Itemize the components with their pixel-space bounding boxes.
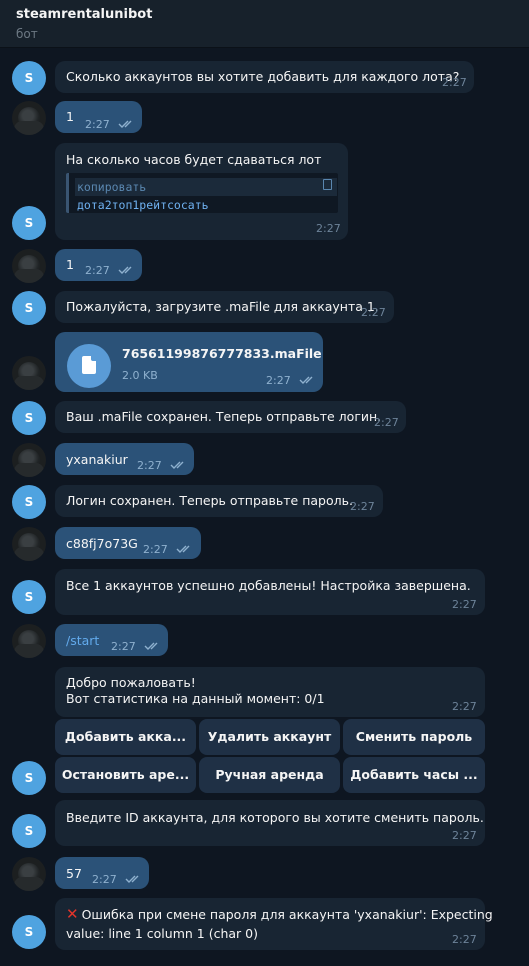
message-time: 2:27 bbox=[143, 543, 168, 556]
message-text: 1 bbox=[66, 109, 74, 124]
message-time: 2:27 bbox=[85, 264, 110, 277]
file-icon[interactable] bbox=[67, 344, 111, 388]
message-bubble-outgoing[interactable]: yxanakiur 2:27 bbox=[55, 443, 194, 475]
bot-avatar[interactable]: S bbox=[12, 401, 46, 435]
message-time: 2:27 bbox=[137, 459, 162, 472]
message-time: 2:27 bbox=[442, 76, 467, 89]
message-bubble[interactable]: ✕ Ошибка при смене пароля для аккаунта 'y… bbox=[55, 898, 493, 950]
manual-rental-button[interactable]: Ручная аренда bbox=[199, 757, 340, 793]
user-avatar[interactable] bbox=[12, 857, 46, 891]
add-account-button[interactable]: Добавить акка... bbox=[55, 719, 196, 755]
message-bubble-outgoing[interactable]: 57 2:27 bbox=[55, 857, 149, 889]
message-text-line: value: line 1 column 1 (char 0) bbox=[66, 926, 258, 941]
message-text: Логин сохранен. Теперь отправьте пароль. bbox=[66, 493, 353, 508]
read-checkmark-icon bbox=[299, 376, 313, 384]
read-checkmark-icon bbox=[118, 266, 132, 274]
message-bubble-outgoing[interactable]: 1 2:27 bbox=[55, 249, 142, 281]
message-text: 1 bbox=[66, 257, 74, 272]
change-password-button[interactable]: Сменить пароль bbox=[343, 719, 485, 755]
message-time: 2:27 bbox=[452, 829, 477, 842]
message-text: Пожалуйста, загрузите .maFile для аккаун… bbox=[66, 299, 379, 314]
file-name: 76561199876777833.maFile bbox=[122, 346, 322, 361]
message-text: 57 bbox=[66, 866, 82, 881]
chat-header[interactable]: steamrentalunibot бот bbox=[0, 0, 529, 48]
file-message-bubble[interactable]: 76561199876777833.maFile 2.0 KB 2:27 bbox=[55, 332, 323, 392]
message-bubble-outgoing[interactable]: 1 2:27 bbox=[55, 101, 142, 133]
chat-title: steamrentalunibot bbox=[16, 7, 153, 22]
code-text: дота2топ1рейтсосать bbox=[77, 198, 209, 212]
bot-avatar[interactable]: S bbox=[12, 61, 46, 95]
user-avatar[interactable] bbox=[12, 356, 46, 390]
user-avatar[interactable] bbox=[12, 101, 46, 135]
message-text: yxanakiur bbox=[66, 452, 128, 467]
message-time: 2:27 bbox=[85, 118, 110, 131]
message-bubble[interactable]: Пожалуйста, загрузите .maFile для аккаун… bbox=[55, 291, 394, 323]
add-hours-button[interactable]: Добавить часы ... bbox=[343, 757, 485, 793]
user-avatar[interactable] bbox=[12, 624, 46, 658]
message-time: 2:27 bbox=[111, 640, 136, 653]
message-text: На сколько часов будет сдаваться лот bbox=[66, 152, 322, 167]
read-checkmark-icon bbox=[170, 461, 184, 469]
delete-account-button[interactable]: Удалить аккаунт bbox=[199, 719, 340, 755]
read-checkmark-icon bbox=[125, 875, 139, 883]
bot-avatar[interactable]: S bbox=[12, 814, 46, 848]
message-bubble[interactable]: На сколько часов будет сдаваться лот коп… bbox=[55, 143, 348, 240]
message-time: 2:27 bbox=[452, 598, 477, 611]
message-bubble[interactable]: Все 1 аккаунтов успешно добавлены! Настр… bbox=[55, 569, 485, 615]
bot-avatar[interactable]: S bbox=[12, 485, 46, 519]
message-bubble[interactable]: Введите ID аккаунта, для которого вы хот… bbox=[55, 800, 485, 846]
bot-avatar[interactable]: S bbox=[12, 915, 46, 949]
message-bubble[interactable]: Логин сохранен. Теперь отправьте пароль.… bbox=[55, 485, 383, 517]
message-text: c88fj7o73G bbox=[66, 536, 138, 551]
code-copy-label[interactable]: копировать bbox=[75, 178, 337, 196]
message-bubble[interactable]: Сколько аккаунтов вы хотите добавить для… bbox=[55, 61, 474, 93]
message-time: 2:27 bbox=[316, 222, 341, 235]
message-time: 2:27 bbox=[374, 416, 399, 429]
message-time: 2:27 bbox=[452, 933, 477, 946]
user-avatar[interactable] bbox=[12, 249, 46, 283]
message-bubble-outgoing[interactable]: c88fj7o73G 2:27 bbox=[55, 527, 201, 559]
message-bubble[interactable]: Ваш .maFile сохранен. Теперь отправьте л… bbox=[55, 401, 406, 433]
message-text: Ваш .maFile сохранен. Теперь отправьте л… bbox=[66, 409, 382, 424]
message-bubble[interactable]: Добро пожаловать! Вот статистика на данн… bbox=[55, 667, 485, 717]
message-time: 2:27 bbox=[92, 873, 117, 886]
code-block[interactable]: копировать дота2топ1рейтсосать bbox=[66, 173, 338, 213]
message-text: Все 1 аккаунтов успешно добавлены! Настр… bbox=[66, 578, 471, 593]
command-link[interactable]: /start bbox=[66, 633, 99, 649]
file-size: 2.0 KB bbox=[122, 369, 158, 382]
message-time: 2:27 bbox=[350, 500, 375, 513]
bot-avatar[interactable]: S bbox=[12, 761, 46, 795]
user-avatar[interactable] bbox=[12, 527, 46, 561]
message-time: 2:27 bbox=[266, 374, 291, 387]
message-text: Сколько аккаунтов вы хотите добавить для… bbox=[66, 69, 460, 84]
message-bubble-outgoing[interactable]: /start 2:27 bbox=[55, 624, 168, 656]
stop-rental-button[interactable]: Остановить аре... bbox=[55, 757, 196, 793]
read-checkmark-icon bbox=[118, 120, 132, 128]
chat-subtitle: бот bbox=[16, 27, 38, 41]
message-text-line: Добро пожаловать! bbox=[66, 675, 196, 690]
cross-mark-icon: ✕ bbox=[66, 905, 79, 923]
message-text-line: Вот статистика на данный момент: 0/1 bbox=[66, 691, 325, 706]
message-time: 2:27 bbox=[361, 306, 386, 319]
user-avatar[interactable] bbox=[12, 443, 46, 477]
copy-icon[interactable] bbox=[323, 179, 332, 190]
message-text: Введите ID аккаунта, для которого вы хот… bbox=[66, 810, 484, 825]
bot-avatar[interactable]: S bbox=[12, 580, 46, 614]
message-text-line: Ошибка при смене пароля для аккаунта 'yx… bbox=[81, 907, 493, 922]
read-checkmark-icon bbox=[176, 545, 190, 553]
bot-avatar[interactable]: S bbox=[12, 206, 46, 240]
read-checkmark-icon bbox=[144, 642, 158, 650]
bot-avatar[interactable]: S bbox=[12, 291, 46, 325]
message-time: 2:27 bbox=[452, 700, 477, 713]
